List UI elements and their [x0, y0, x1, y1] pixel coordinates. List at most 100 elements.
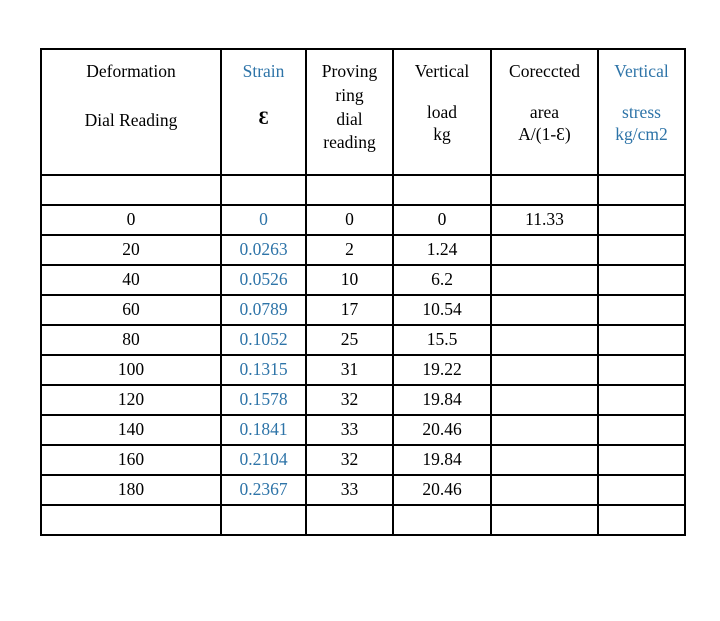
- column-header-line: load: [426, 101, 458, 122]
- cell-proving: 10: [305, 264, 394, 296]
- column-header-vertical-load: Vertical load kg: [392, 48, 492, 176]
- column-header-line: Dial Reading: [84, 110, 178, 131]
- cell-strain: 0.0789: [220, 294, 307, 326]
- column-header-line: Vertical: [614, 61, 669, 81]
- cell-deformation: 180: [40, 474, 222, 506]
- table-row: 0 0 0 0 11.33: [40, 204, 686, 236]
- cell-load: 20.46: [392, 414, 492, 446]
- cell-deformation: 120: [40, 384, 222, 416]
- cell-load: 19.22: [392, 354, 492, 386]
- document-sheet: Deformation Dial Reading Strain Ɛ Provin…: [0, 0, 720, 621]
- empty-cell-strain: [220, 174, 307, 206]
- cell-stress: [597, 414, 686, 446]
- cell-proving: 17: [305, 294, 394, 326]
- column-header-line: area: [529, 101, 560, 122]
- table-header: Deformation Dial Reading Strain Ɛ Provin…: [40, 48, 686, 176]
- column-header-unit: kg: [433, 124, 451, 145]
- table-spacer-row-top: [40, 174, 686, 206]
- column-header-corrected-area: Coreccted area A/(1-Ɛ): [490, 48, 599, 176]
- table-row: 100 0.1315 31 19.22: [40, 354, 686, 386]
- column-header-line: Coreccted: [509, 61, 580, 81]
- cell-area: [490, 444, 599, 476]
- empty-cell-proving: [305, 174, 394, 206]
- cell-area: [490, 324, 599, 356]
- cell-strain: 0.2367: [220, 474, 307, 506]
- column-header-line: Deformation: [86, 61, 176, 81]
- cell-stress: [597, 444, 686, 476]
- column-header-vertical-stress: Vertical stress kg/cm2: [597, 48, 686, 176]
- table-row: 140 0.1841 33 20.46: [40, 414, 686, 446]
- cell-stress: [597, 234, 686, 266]
- table-row: 120 0.1578 32 19.84: [40, 384, 686, 416]
- empty-cell-stress: [597, 174, 686, 206]
- cell-deformation: 40: [40, 264, 222, 296]
- cell-strain: 0.1578: [220, 384, 307, 416]
- column-header-line: Strain: [242, 61, 285, 81]
- column-header-line: dial: [336, 108, 363, 129]
- table-header-row: Deformation Dial Reading Strain Ɛ Provin…: [40, 48, 686, 176]
- cell-area: [490, 294, 599, 326]
- cell-strain: 0.2104: [220, 444, 307, 476]
- header-spacer: [492, 83, 597, 101]
- table-row: 180 0.2367 33 20.46: [40, 474, 686, 506]
- cell-proving: 25: [305, 324, 394, 356]
- cell-proving: 33: [305, 414, 394, 446]
- cell-strain: 0: [220, 204, 307, 236]
- empty-cell-area: [490, 174, 599, 206]
- cell-load: 6.2: [392, 264, 492, 296]
- cell-stress: [597, 474, 686, 506]
- cell-load: 19.84: [392, 384, 492, 416]
- column-header-deformation-dial-reading: Deformation Dial Reading: [40, 48, 222, 176]
- header-spacer: [42, 83, 220, 110]
- empty-cell-stress: [597, 504, 686, 536]
- empty-cell-load: [392, 174, 492, 206]
- cell-load: 19.84: [392, 444, 492, 476]
- cell-proving: 33: [305, 474, 394, 506]
- empty-cell-load: [392, 504, 492, 536]
- cell-deformation: 60: [40, 294, 222, 326]
- cell-load: 10.54: [392, 294, 492, 326]
- cell-stress: [597, 264, 686, 296]
- epsilon-symbol: Ɛ: [258, 108, 269, 130]
- cell-strain: 0.1052: [220, 324, 307, 356]
- column-header-unit: kg/cm2: [615, 124, 668, 145]
- cell-proving: 31: [305, 354, 394, 386]
- cell-stress: [597, 384, 686, 416]
- empty-cell-deformation: [40, 504, 222, 536]
- cell-area: [490, 474, 599, 506]
- cell-strain: 0.0526: [220, 264, 307, 296]
- column-header-line: ring: [335, 84, 364, 105]
- cell-deformation: 20: [40, 234, 222, 266]
- cell-area: [490, 354, 599, 386]
- table-row: 20 0.0263 2 1.24: [40, 234, 686, 266]
- cell-deformation: 0: [40, 204, 222, 236]
- cell-stress: [597, 204, 686, 236]
- empty-cell-proving: [305, 504, 394, 536]
- header-spacer: [222, 83, 305, 108]
- cell-strain: 0.0263: [220, 234, 307, 266]
- cell-deformation: 100: [40, 354, 222, 386]
- cell-proving: 0: [305, 204, 394, 236]
- column-header-formula: A/(1-Ɛ): [518, 124, 571, 145]
- table-spacer-row-bottom: [40, 504, 686, 536]
- column-header-line: reading: [323, 132, 376, 153]
- cell-strain: 0.1841: [220, 414, 307, 446]
- cell-deformation: 160: [40, 444, 222, 476]
- cell-area: 11.33: [490, 204, 599, 236]
- column-header-strain: Strain Ɛ: [220, 48, 307, 176]
- empty-cell-area: [490, 504, 599, 536]
- cell-area: [490, 234, 599, 266]
- cell-load: 20.46: [392, 474, 492, 506]
- cell-deformation: 140: [40, 414, 222, 446]
- cell-load: 1.24: [392, 234, 492, 266]
- table-row: 80 0.1052 25 15.5: [40, 324, 686, 356]
- column-header-line: Proving: [321, 61, 378, 81]
- column-header-line: stress: [622, 101, 661, 122]
- cell-proving: 32: [305, 384, 394, 416]
- empty-cell-deformation: [40, 174, 222, 206]
- table-row: 40 0.0526 10 6.2: [40, 264, 686, 296]
- cell-area: [490, 264, 599, 296]
- cell-stress: [597, 354, 686, 386]
- cell-load: 15.5: [392, 324, 492, 356]
- cell-proving: 32: [305, 444, 394, 476]
